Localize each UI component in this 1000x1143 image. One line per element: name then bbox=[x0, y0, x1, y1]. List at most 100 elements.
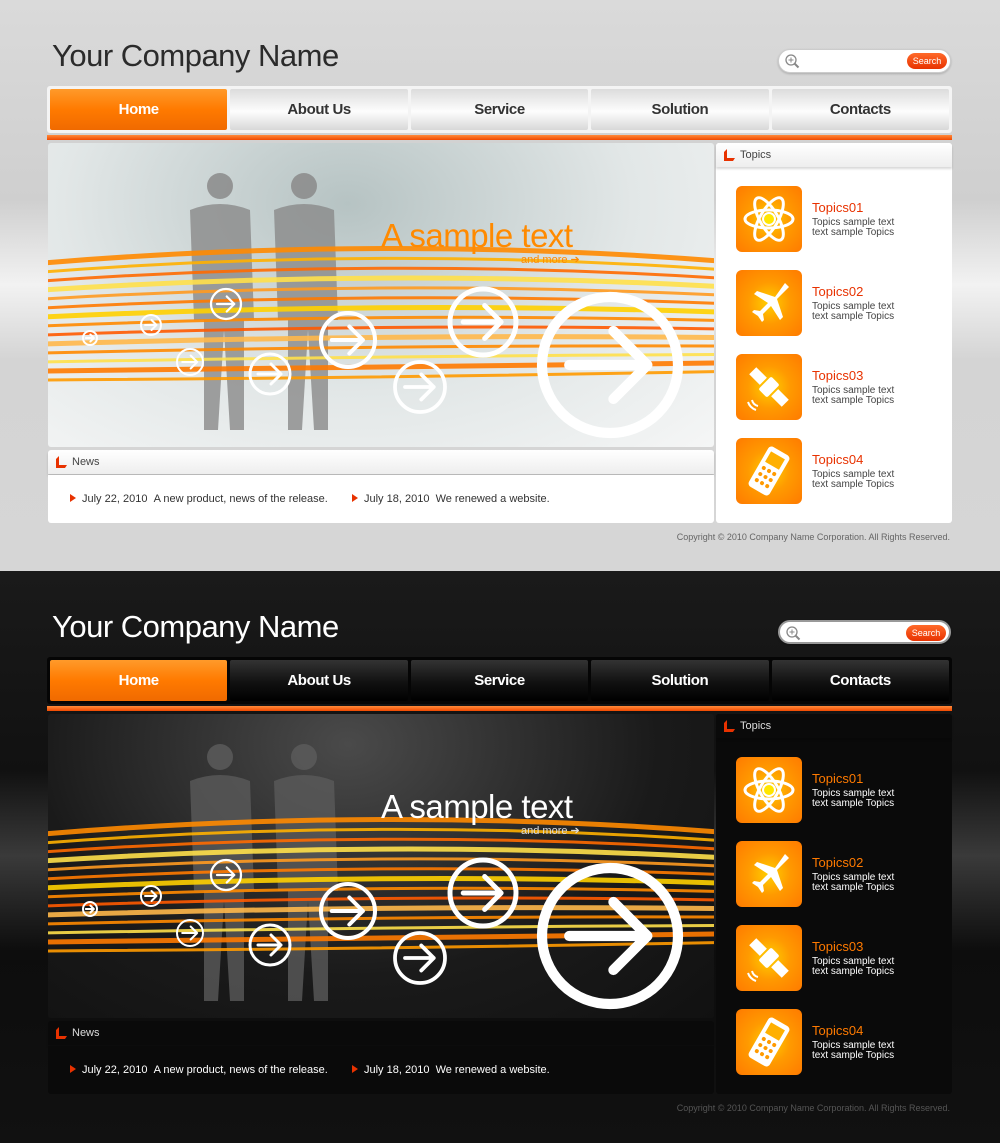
topic-item[interactable]: Topics03 Topics sample text text sample T… bbox=[736, 925, 936, 991]
topic-description: Topics sample text text sample Topics bbox=[812, 957, 922, 977]
bookmark-icon bbox=[56, 456, 67, 468]
topic-item[interactable]: Topics01 Topics sample text text sample T… bbox=[736, 186, 936, 252]
topic-description: Topics sample text text sample Topics bbox=[812, 789, 922, 809]
arrow-glyph bbox=[564, 325, 653, 405]
news-date: July 18, 2010 bbox=[364, 493, 430, 505]
arrow-glyph bbox=[181, 354, 199, 370]
topic-description: Topics sample text text sample Topics bbox=[812, 470, 922, 490]
nav-service[interactable]: Service bbox=[410, 660, 589, 701]
news-text: We renewed a website. bbox=[435, 1064, 550, 1076]
nav-service[interactable]: Service bbox=[410, 89, 589, 130]
wave-line bbox=[48, 941, 714, 953]
topic-item[interactable]: Topics03 Topics sample text text sample T… bbox=[736, 354, 936, 420]
bullet-arrow-icon bbox=[352, 1065, 358, 1073]
topic-title: Topics03 bbox=[812, 939, 864, 954]
search-button[interactable]: Search bbox=[906, 625, 946, 641]
topic-line: text sample Topics bbox=[812, 966, 895, 977]
topic-line: text sample Topics bbox=[812, 882, 895, 893]
topic-line: text sample Topics bbox=[812, 1050, 895, 1061]
topic-line: text sample Topics bbox=[812, 227, 895, 238]
topic-item[interactable]: Topics02 Topics sample text text sample T… bbox=[736, 270, 936, 336]
topic-description: Topics sample text text sample Topics bbox=[812, 1041, 922, 1061]
wave-line bbox=[48, 915, 714, 926]
copyright: Copyright © 2010 Company Name Corporatio… bbox=[676, 532, 950, 542]
nav-about-us[interactable]: About Us bbox=[230, 89, 408, 130]
and-more-link[interactable]: and more ➔ bbox=[521, 253, 580, 266]
search-button[interactable]: Search bbox=[907, 53, 947, 69]
person-head bbox=[291, 744, 317, 770]
atom-icon bbox=[736, 757, 802, 823]
topic-title: Topics04 bbox=[812, 1023, 864, 1038]
person-silhouette bbox=[190, 775, 254, 1001]
arrow-glyph bbox=[329, 324, 365, 356]
circle-arrow-icon: ➔ bbox=[570, 254, 580, 266]
search-box: Search bbox=[778, 620, 951, 644]
hero-headline: A sample text bbox=[381, 788, 573, 825]
search-input[interactable] bbox=[804, 625, 904, 641]
bullet-arrow-icon bbox=[352, 494, 358, 502]
news-item[interactable]: July 18, 2010 We renewed a website. bbox=[352, 1064, 550, 1076]
atom-icon bbox=[736, 186, 802, 252]
nav-about-us[interactable]: About Us bbox=[230, 660, 408, 701]
topic-line: text sample Topics bbox=[812, 311, 895, 322]
topic-item[interactable]: Topics02 Topics sample text text sample T… bbox=[736, 841, 936, 907]
news-header: News bbox=[48, 1021, 714, 1045]
arrow-glyph bbox=[181, 925, 199, 941]
bullet-arrow-icon bbox=[70, 1065, 76, 1073]
nav-solution[interactable]: Solution bbox=[591, 660, 769, 701]
news-text: A new product, news of the release. bbox=[153, 493, 328, 505]
news-list: July 22, 2010 A new product, news of the… bbox=[48, 475, 714, 523]
topic-title: Topics02 bbox=[812, 855, 864, 870]
news-title: News bbox=[72, 456, 100, 468]
topic-item[interactable]: Topics01 Topics sample text text sample T… bbox=[736, 757, 936, 823]
person-head bbox=[207, 173, 233, 199]
topic-description: Topics sample text text sample Topics bbox=[812, 873, 922, 893]
nav-contacts[interactable]: Contacts bbox=[771, 89, 950, 130]
topic-item[interactable]: Topics04 Topics sample text text sample T… bbox=[736, 438, 936, 504]
nav-home[interactable]: Home bbox=[50, 660, 228, 701]
news-text: We renewed a website. bbox=[435, 493, 550, 505]
hero-illustration bbox=[48, 173, 714, 439]
news-item[interactable]: July 18, 2010 We renewed a website. bbox=[352, 493, 550, 505]
magnifier-icon bbox=[786, 626, 801, 641]
topics-sidebar: Topics Topics01 Topics sample text text s… bbox=[716, 714, 952, 1094]
arrow-glyph bbox=[403, 943, 436, 973]
wave-line bbox=[48, 344, 714, 355]
company-name: Your Company Name bbox=[52, 609, 339, 644]
and-more-label: and more bbox=[521, 825, 568, 837]
topic-title: Topics01 bbox=[812, 771, 864, 786]
topics-header: Topics bbox=[716, 714, 952, 738]
company-name: Your Company Name bbox=[52, 38, 339, 73]
topic-title: Topics02 bbox=[812, 284, 864, 299]
and-more-link[interactable]: and more ➔ bbox=[521, 824, 580, 837]
person-silhouette bbox=[190, 204, 254, 430]
news-date: July 22, 2010 bbox=[82, 1064, 148, 1076]
topic-description: Topics sample text text sample Topics bbox=[812, 386, 922, 406]
copyright: Copyright © 2010 Company Name Corporatio… bbox=[676, 1103, 950, 1113]
hero-headline: A sample text bbox=[381, 217, 573, 254]
topic-item[interactable]: Topics04 Topics sample text text sample T… bbox=[736, 1009, 936, 1075]
airplane-icon bbox=[736, 841, 802, 907]
hero-banner: A sample text and more ➔ bbox=[48, 714, 714, 1018]
arrow-glyph bbox=[564, 896, 653, 976]
news-text: A new product, news of the release. bbox=[153, 1064, 328, 1076]
arrow-glyph bbox=[403, 372, 436, 402]
bookmark-icon bbox=[724, 720, 735, 732]
satellite-icon bbox=[736, 354, 802, 420]
arrow-glyph bbox=[460, 303, 504, 341]
news-date: July 22, 2010 bbox=[82, 493, 148, 505]
topics-sidebar: Topics Topics01 Topics sample text text s… bbox=[716, 143, 952, 523]
search-input[interactable] bbox=[803, 53, 903, 69]
nav-contacts[interactable]: Contacts bbox=[771, 660, 950, 701]
airplane-icon bbox=[736, 270, 802, 336]
and-more-label: and more bbox=[521, 254, 568, 266]
bookmark-icon bbox=[56, 1027, 67, 1039]
news-title: News bbox=[72, 1027, 100, 1039]
wave-line bbox=[48, 827, 714, 845]
nav-home[interactable]: Home bbox=[50, 89, 228, 130]
topics-title: Topics bbox=[740, 720, 772, 732]
nav-solution[interactable]: Solution bbox=[591, 89, 769, 130]
topics-header: Topics bbox=[716, 143, 952, 167]
news-item[interactable]: July 22, 2010 A new product, news of the… bbox=[70, 493, 328, 505]
news-item[interactable]: July 22, 2010 A new product, news of the… bbox=[70, 1064, 328, 1076]
